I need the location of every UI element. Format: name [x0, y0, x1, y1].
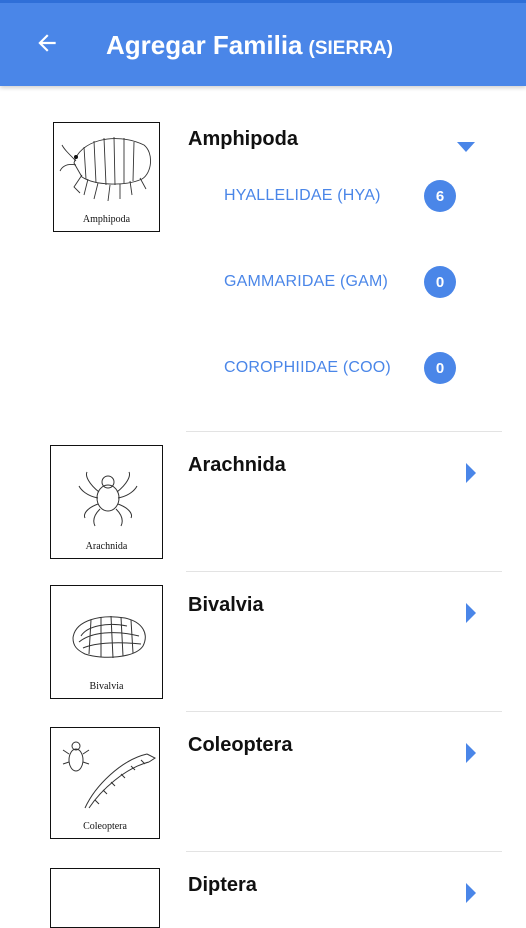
family-item-hyallelidae[interactable]: HYALLELIDAE (HYA) [224, 187, 381, 205]
group-name-coleoptera[interactable]: Coleoptera [188, 734, 292, 757]
group-image-coleoptera: Coleoptera [50, 727, 160, 839]
group-image-arachnida: Arachnida [50, 445, 163, 559]
group-name-amphipoda[interactable]: Amphipoda [188, 128, 298, 151]
chevron-down-icon[interactable] [456, 140, 476, 154]
divider [186, 571, 502, 572]
group-image-caption: Coleoptera [83, 821, 127, 832]
divider [186, 711, 502, 712]
family-count-badge[interactable]: 6 [424, 180, 456, 212]
status-strip [0, 0, 526, 3]
amphipod-illustration [59, 136, 151, 202]
arrow-back-icon [38, 34, 56, 52]
family-count-badge[interactable]: 0 [424, 352, 456, 384]
bivalve-illustration [72, 615, 146, 659]
group-name-diptera[interactable]: Diptera [188, 874, 257, 897]
page-title-text: Agregar Familia [106, 30, 303, 60]
back-button[interactable] [30, 26, 64, 60]
chevron-right-icon[interactable] [464, 462, 478, 484]
group-image-caption: Amphipoda [82, 214, 131, 225]
chevron-right-icon[interactable] [464, 742, 478, 764]
divider [186, 851, 502, 852]
group-image-caption: Bivalvia [89, 681, 124, 692]
page-subtitle: (SIERRA) [308, 38, 393, 59]
group-image-diptera [50, 868, 160, 928]
page-title: Agregar Familia (SIERRA) [106, 30, 393, 61]
app-bar: Agregar Familia (SIERRA) [0, 0, 526, 86]
family-item-gammaridae[interactable]: GAMMARIDAE (GAM) [224, 273, 388, 291]
group-image-caption: Arachnida [85, 541, 128, 552]
chevron-right-icon[interactable] [464, 882, 478, 904]
chevron-right-icon[interactable] [464, 602, 478, 624]
divider [186, 431, 502, 432]
group-image-bivalvia: Bivalvia [50, 585, 163, 699]
group-name-bivalvia[interactable]: Bivalvia [188, 594, 264, 617]
group-image-amphipoda: Amphipoda [53, 122, 160, 232]
spider-illustration [78, 471, 138, 527]
group-name-arachnida[interactable]: Arachnida [188, 454, 286, 477]
family-item-corophiidae[interactable]: COROPHIIDAE (COO) [224, 359, 391, 377]
coleoptera-illustration [62, 741, 156, 809]
family-count-badge[interactable]: 0 [424, 266, 456, 298]
